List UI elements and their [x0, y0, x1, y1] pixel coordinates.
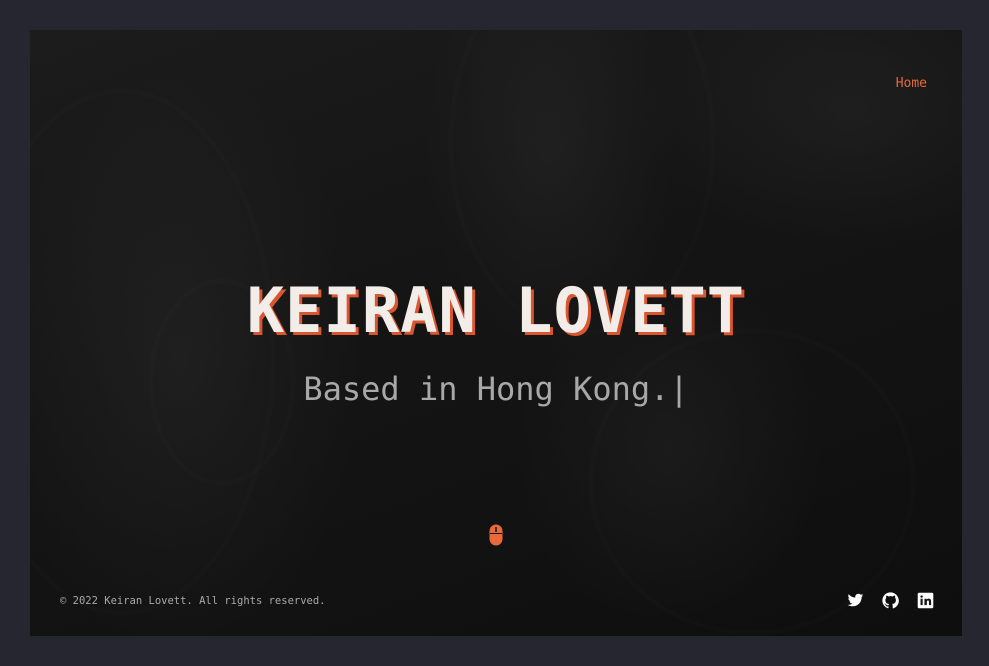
social-links [847, 592, 934, 609]
mouse-icon [489, 524, 503, 546]
twitter-link[interactable] [847, 592, 864, 609]
scroll-down-button[interactable] [489, 524, 503, 546]
github-link[interactable] [882, 592, 899, 609]
hero-content: KEIRAN LOVETT Based in Hong Kong.| [30, 274, 962, 409]
hero-section: Home KEIRAN LOVETT Based in Hong Kong.| … [30, 30, 962, 636]
github-icon [882, 592, 899, 609]
footer-copyright: © 2022 Keiran Lovett. All rights reserve… [60, 595, 326, 607]
twitter-icon [847, 593, 864, 607]
nav-home-link[interactable]: Home [896, 76, 927, 91]
linkedin-icon [917, 592, 934, 609]
main-nav: Home [896, 74, 927, 92]
hero-name: KEIRAN LOVETT [246, 274, 746, 347]
hero-tagline: Based in Hong Kong.| [303, 370, 689, 408]
linkedin-link[interactable] [917, 592, 934, 609]
